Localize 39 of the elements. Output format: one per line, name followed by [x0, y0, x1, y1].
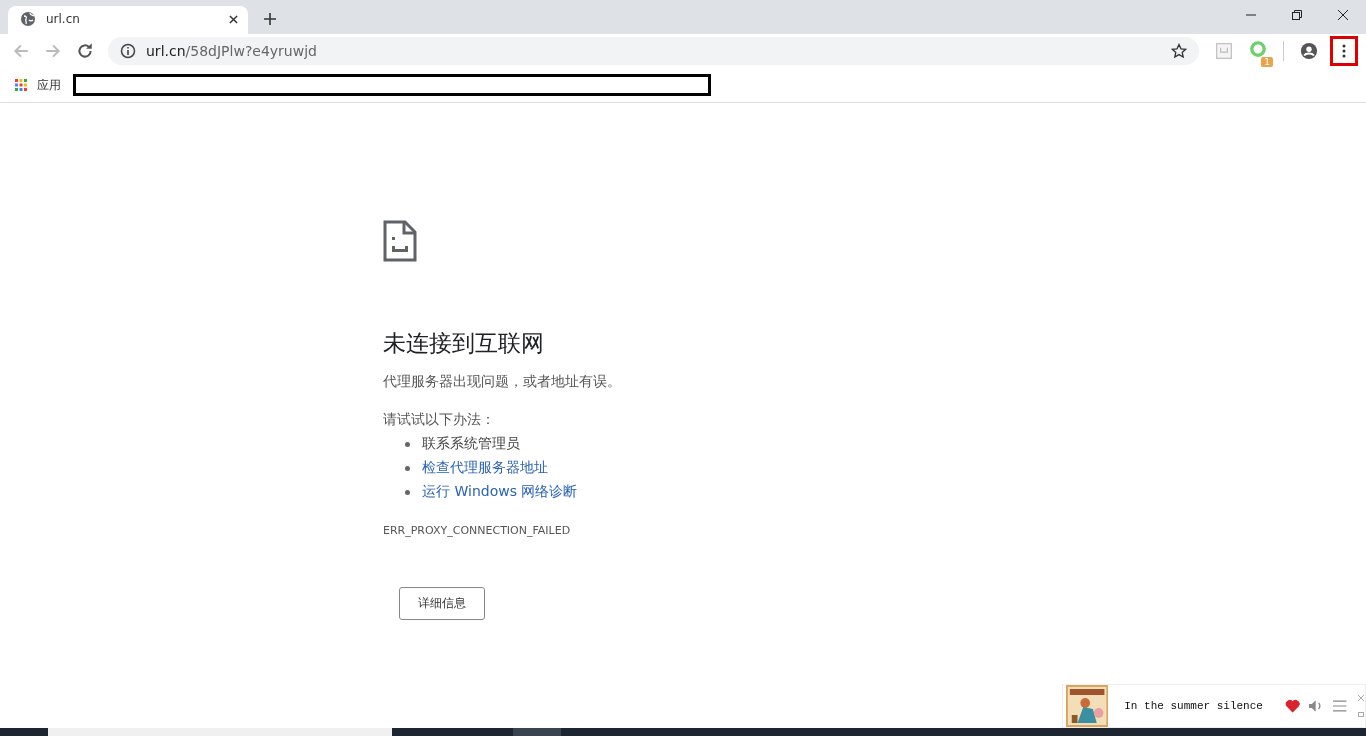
suggestion-link[interactable]: 检查代理服务器地址	[422, 459, 548, 477]
minimize-icon[interactable]	[1357, 710, 1365, 718]
menu-icon[interactable]	[1342, 43, 1346, 59]
taskbar-search-field[interactable]	[48, 728, 392, 736]
playlist-icon[interactable]	[1331, 699, 1347, 713]
star-icon[interactable]	[1171, 43, 1187, 59]
close-tab-icon[interactable]	[229, 14, 238, 24]
reload-icon[interactable]	[76, 42, 94, 60]
error-heading: 未连接到互联网	[383, 329, 544, 358]
apps-label[interactable]: 应用	[37, 76, 61, 94]
info-icon	[120, 43, 136, 59]
bullet-icon	[405, 441, 410, 447]
bullet-icon	[405, 465, 410, 471]
ring-extension-icon[interactable]	[1249, 40, 1267, 58]
heart-icon[interactable]	[1284, 699, 1301, 713]
forward-arrow-icon[interactable]	[44, 42, 62, 60]
suggestion-link[interactable]: 运行 Windows 网络诊断	[422, 483, 578, 501]
restore-icon[interactable]	[1291, 9, 1303, 21]
error-code: ERR_PROXY_CONNECTION_FAILED	[383, 524, 571, 537]
new-tab-icon[interactable]	[264, 13, 276, 25]
error-description: 代理服务器出现问题，或者地址有误。	[383, 373, 621, 391]
suggestion-text: 联系系统管理员	[422, 435, 520, 453]
browser-tab[interactable]: url.cn	[8, 6, 248, 34]
address-bar[interactable]: url.cn/58dJPlw?e4yruwjd	[108, 37, 1199, 65]
close-icon[interactable]	[1337, 9, 1349, 21]
back-arrow-icon[interactable]	[12, 42, 30, 60]
profile-icon[interactable]	[1300, 42, 1318, 60]
suggestions-intro: 请试试以下办法：	[383, 411, 495, 429]
extension-icon[interactable]	[1215, 42, 1233, 60]
song-title: In the summer silence	[1124, 700, 1263, 712]
details-button[interactable]: 详细信息	[399, 587, 485, 620]
extension-badge: 1	[1261, 57, 1273, 67]
tab-title: url.cn	[46, 12, 81, 26]
bullet-icon	[405, 489, 410, 495]
highlight-frame	[1330, 36, 1358, 66]
url-text: url.cn/58dJPlw?e4yruwjd	[146, 43, 317, 59]
globe-icon	[20, 11, 36, 27]
apps-grid-icon[interactable]	[15, 79, 27, 91]
sad-page-icon	[383, 220, 417, 262]
